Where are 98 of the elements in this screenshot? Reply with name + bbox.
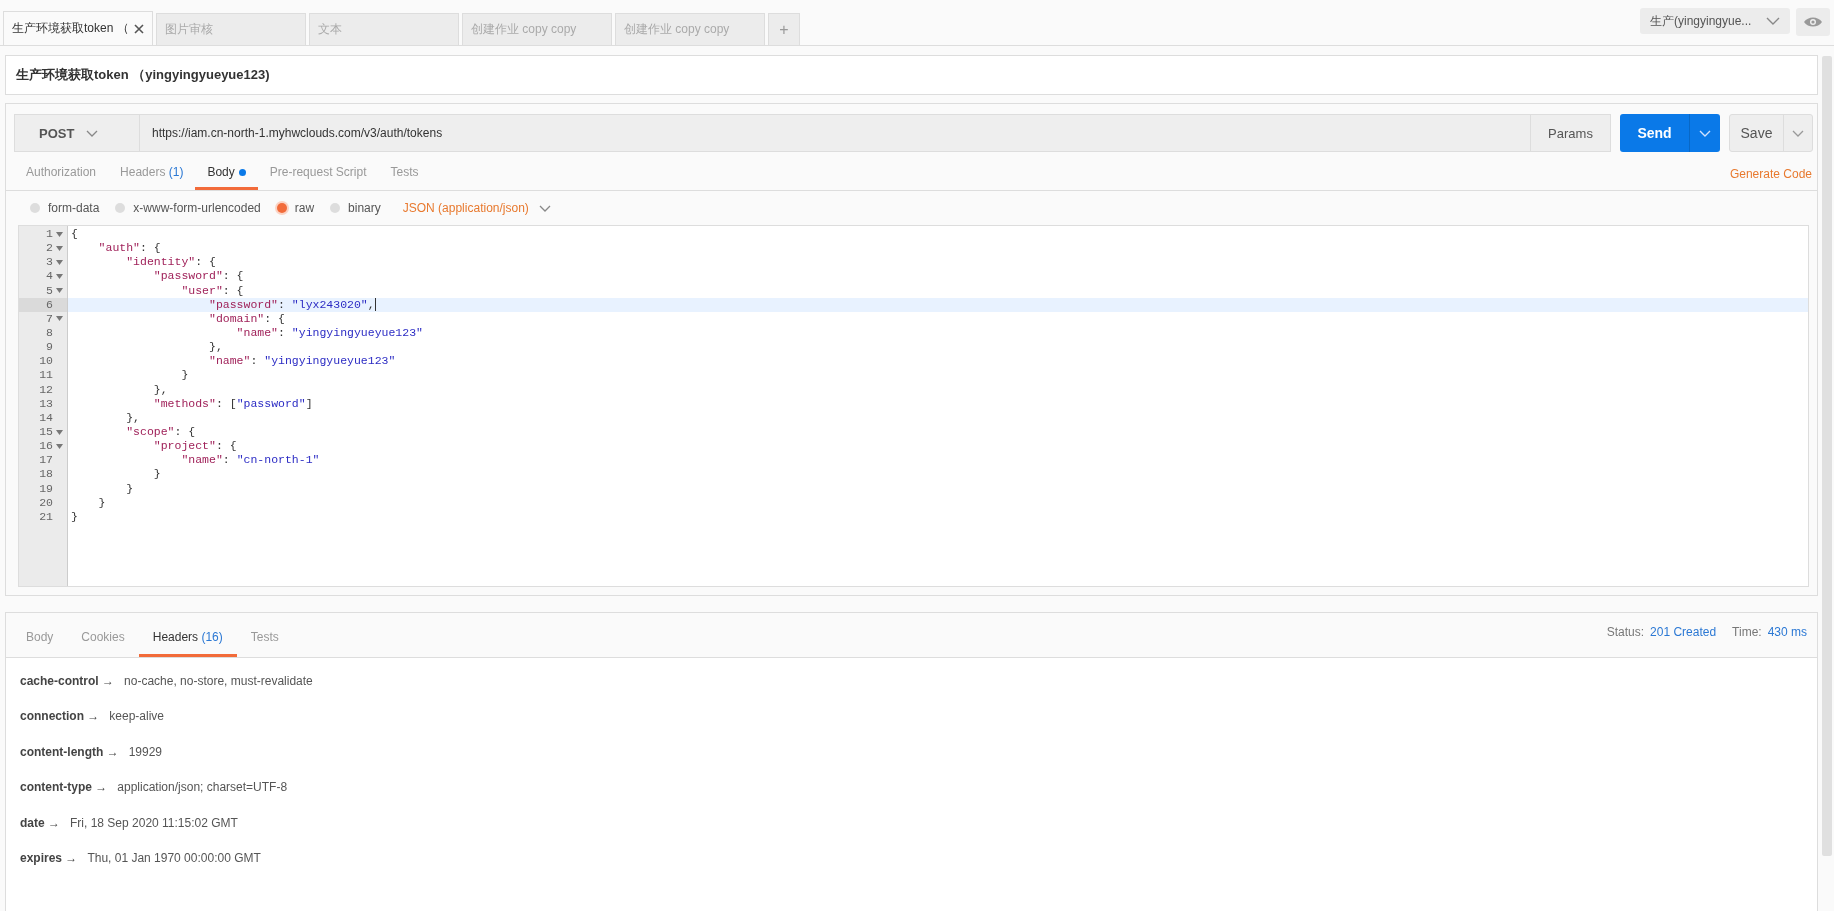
fold-arrow-icon[interactable] — [56, 316, 63, 322]
response-tab[interactable]: Body — [12, 630, 68, 657]
fold-arrow-icon[interactable] — [56, 259, 63, 265]
chevron-down-icon — [86, 129, 99, 137]
code-line: } — [153, 467, 161, 482]
line-number: 6 — [46, 297, 53, 312]
line-number: 4 — [46, 269, 53, 284]
close-icon[interactable] — [134, 23, 144, 34]
line-number: 21 — [39, 509, 53, 524]
header-value: 19929 — [128, 744, 163, 759]
section-tab[interactable]: Tests — [378, 165, 431, 190]
code-line: "name": "yingyingyueyue123" — [209, 354, 396, 369]
code-line: "user": { — [181, 283, 244, 298]
code-line: } — [181, 368, 189, 383]
code-line: "name": "yingyingyueyue123" — [236, 326, 423, 341]
line-number: 7 — [46, 311, 53, 326]
code-line: "methods": ["password"] — [153, 396, 313, 411]
chevron-down-icon — [538, 204, 551, 212]
section-tab[interactable]: Body — [195, 165, 258, 190]
line-number: 1 — [46, 227, 53, 242]
response-tab[interactable]: Tests — [236, 630, 293, 657]
fold-arrow-icon[interactable] — [56, 288, 63, 294]
params-button[interactable]: Params — [1531, 114, 1611, 152]
status-value: 201 Created — [1650, 625, 1717, 639]
header-value: Thu, 01 Jan 1970 00:00:00 GMT — [87, 851, 261, 865]
line-number: 13 — [39, 396, 53, 411]
eye-button[interactable] — [1796, 8, 1830, 36]
fold-arrow-icon[interactable] — [56, 245, 63, 251]
url-field[interactable]: https://iam.cn-north-1.myhwclouds.com/v3/auth/tokens — [140, 114, 1531, 152]
chevron-down-icon[interactable] — [1792, 129, 1804, 137]
body-mode-radio[interactable]: form-data — [30, 201, 100, 215]
header-name: expires → — [20, 851, 78, 865]
content-type-dropdown[interactable]: JSON (application/json) — [402, 201, 551, 215]
code-line: "password": "lyx243020", — [209, 297, 375, 312]
header-value: no-cache, no-store, must-revalidate — [124, 673, 313, 688]
response-tab[interactable]: Headers (16) — [138, 630, 237, 657]
header-name: content-length → — [20, 744, 119, 759]
line-number: 15 — [39, 424, 53, 440]
time-label: Time: — [1732, 625, 1762, 639]
line-number: 17 — [39, 453, 53, 468]
line-number: 2 — [46, 241, 53, 256]
fold-arrow-icon[interactable] — [56, 443, 63, 449]
body-mode-radio[interactable]: raw — [276, 201, 315, 215]
header-name: content-type → — [20, 780, 108, 794]
fold-arrow-icon[interactable] — [56, 429, 63, 435]
line-number: 5 — [46, 283, 53, 298]
chevron-down-icon — [1766, 17, 1780, 25]
line-number: 11 — [39, 368, 53, 383]
time-value: 430 ms — [1767, 625, 1807, 639]
code-line: "name": "cn-north-1" — [181, 453, 320, 468]
section-tab[interactable]: Pre-request Script — [257, 165, 379, 190]
method-dropdown[interactable]: POST — [14, 114, 140, 152]
section-tab[interactable]: Authorization — [14, 165, 109, 190]
new-tab-button[interactable]: + — [768, 13, 800, 45]
status-label: Status: — [1606, 625, 1645, 639]
line-number: 14 — [39, 410, 53, 425]
eye-icon — [1803, 16, 1823, 28]
line-number: 12 — [39, 382, 53, 397]
header-name: date → — [20, 815, 60, 830]
send-button[interactable]: Send — [1620, 114, 1720, 152]
section-tab[interactable]: Headers (1) — [108, 165, 196, 190]
line-number: 20 — [39, 495, 53, 510]
line-number: 18 — [39, 467, 53, 482]
request-tab[interactable]: 生产环境获取token （ — [3, 11, 153, 45]
header-name: connection → — [20, 709, 100, 723]
code-line: "auth": { — [98, 241, 161, 256]
code-line: }, — [209, 340, 223, 355]
code-line: }, — [126, 410, 140, 425]
code-line: } — [71, 509, 78, 524]
line-number: 9 — [46, 340, 53, 355]
code-line: "identity": { — [126, 255, 216, 270]
save-button[interactable]: Save — [1729, 114, 1813, 152]
environment-dropdown[interactable]: 生产(yingyingyue... — [1640, 8, 1790, 34]
header-name: cache-control → — [20, 673, 115, 688]
line-number: 19 — [39, 481, 53, 496]
body-mode-radio[interactable]: binary — [330, 201, 381, 215]
response-tab[interactable]: Cookies — [67, 630, 139, 657]
line-number: 16 — [39, 439, 53, 454]
code-line: { — [71, 227, 78, 242]
body-mode-radio[interactable]: x-www-form-urlencoded — [115, 201, 261, 215]
line-number: 8 — [46, 326, 53, 341]
code-line: } — [126, 481, 134, 496]
header-value: keep-alive — [109, 709, 165, 723]
code-line: "scope": { — [126, 424, 196, 440]
code-line: }, — [153, 382, 168, 397]
scrollbar[interactable] — [1822, 56, 1832, 856]
header-value: application/json; charset=UTF-8 — [117, 780, 288, 794]
header-value: Fri, 18 Sep 2020 11:15:02 GMT — [70, 815, 238, 830]
line-number: 3 — [46, 255, 53, 270]
generate-code-link[interactable]: Generate Code — [1729, 167, 1812, 190]
code-line: "domain": { — [209, 311, 285, 326]
fold-arrow-icon[interactable] — [56, 274, 63, 279]
request-name: 生产环境获取token （yingyingyueyue123) — [5, 55, 1818, 95]
code-line: "password": { — [153, 269, 244, 284]
code-line: "project": { — [153, 439, 237, 454]
line-number: 10 — [39, 354, 53, 369]
fold-arrow-icon[interactable] — [56, 231, 63, 237]
code-line: } — [98, 495, 106, 510]
